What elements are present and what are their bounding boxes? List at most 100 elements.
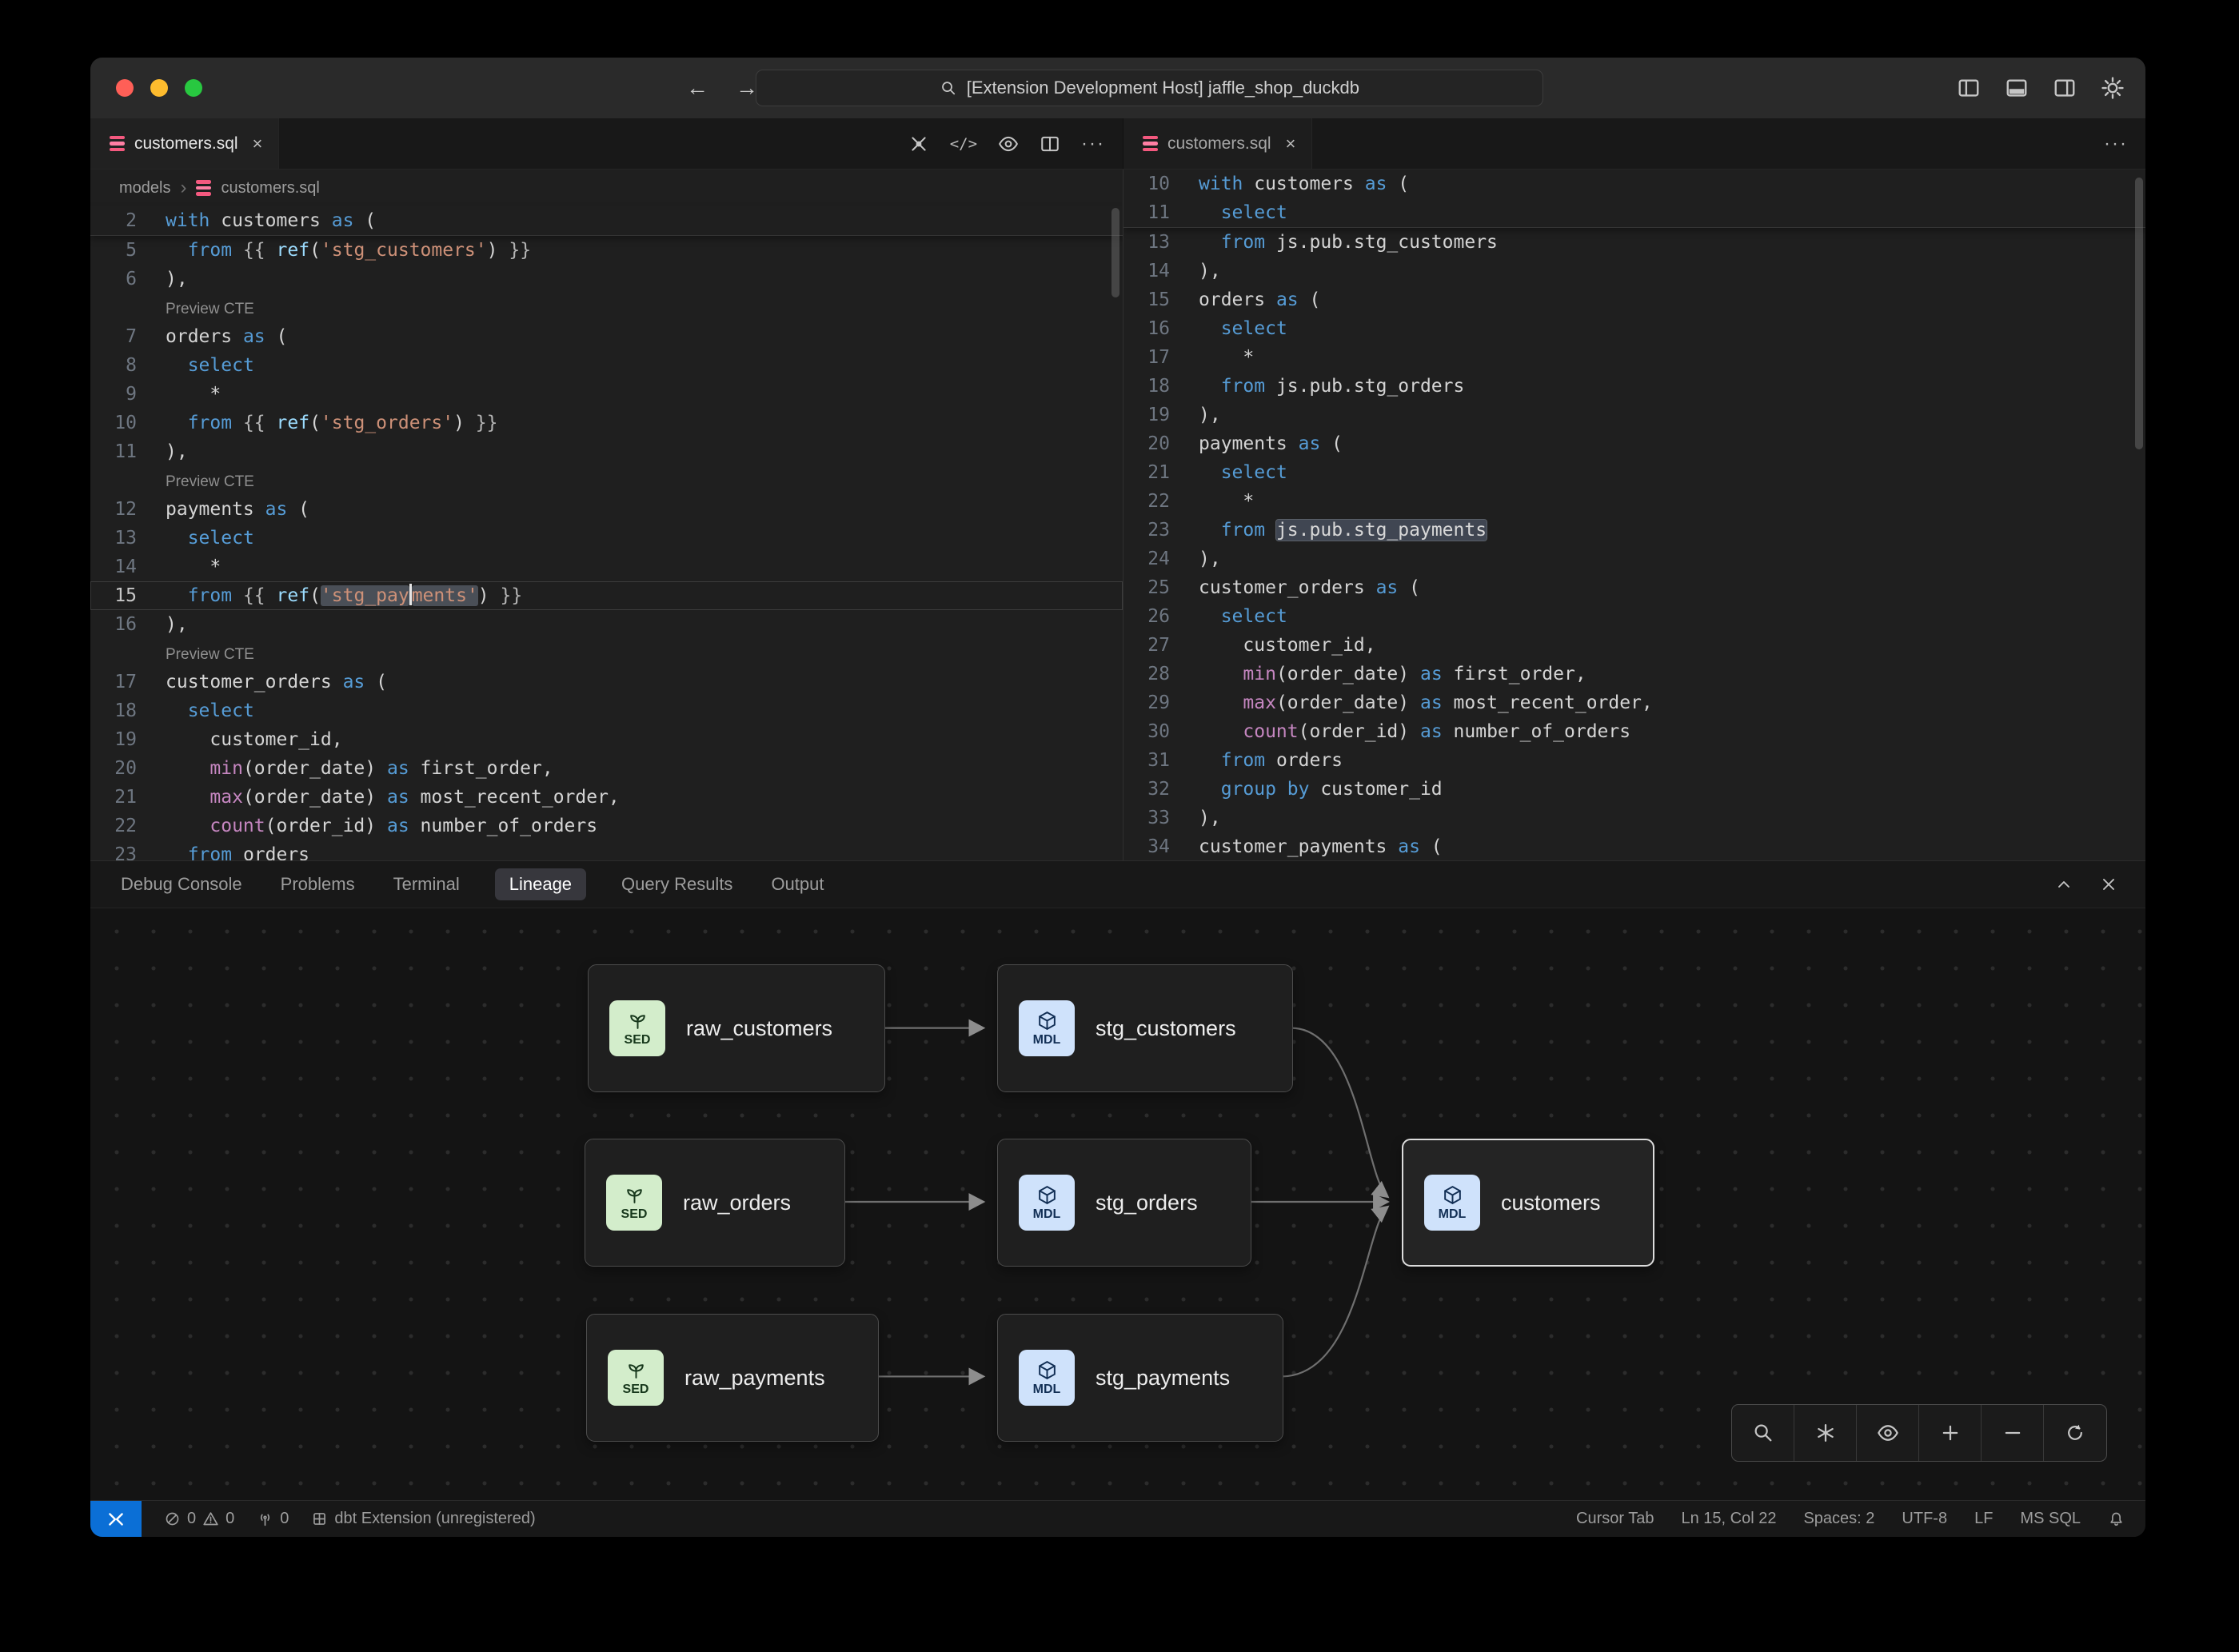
gutter-line-number[interactable]: 15 [1123,285,1199,314]
gutter-line-number[interactable]: 27 [1123,631,1199,660]
tab-terminal[interactable]: Terminal [390,868,463,900]
cursor-tab-status[interactable]: Cursor Tab [1576,1510,1654,1528]
sticky-scroll[interactable]: 10with customers as (11 select [1123,170,2145,228]
code-line[interactable]: 10 from {{ ref('stg_orders') }} [90,409,1123,437]
scrollbar-thumb[interactable] [1112,208,1120,297]
tab-output[interactable]: Output [768,868,827,900]
code-line[interactable]: 32 group by customer_id [1123,775,2145,804]
codelens-link[interactable]: Preview CTE [166,646,254,663]
code-line[interactable]: 6), [90,265,1123,293]
tab-query-results[interactable]: Query Results [618,868,736,900]
toggle-visibility-button[interactable] [1857,1405,1919,1461]
gutter-line-number[interactable]: 16 [1123,314,1199,343]
code-line[interactable]: 13 from js.pub.stg_customers [1123,228,2145,257]
eol-status[interactable]: LF [1974,1510,1993,1528]
gear-icon[interactable] [2101,76,2125,100]
code-line[interactable]: 11 select [1123,198,2145,227]
gutter-line-number[interactable]: 24 [1123,545,1199,573]
toggle-secondary-sidebar-icon[interactable] [2053,76,2077,100]
zoom-in-button[interactable] [1919,1405,1982,1461]
source-editor[interactable]: models › customers.sql 2with customers a… [90,170,1123,860]
code-line[interactable]: 18 from js.pub.stg_orders [1123,372,2145,401]
gutter-line-number[interactable]: 23 [1123,516,1199,545]
command-center-search[interactable]: [Extension Development Host] jaffle_shop… [756,70,1543,106]
code-line[interactable]: 19 customer_id, [90,725,1123,754]
code-line[interactable]: 33), [1123,804,2145,832]
fit-view-button[interactable] [1794,1405,1857,1461]
lineage-node-raw-payments[interactable]: SED raw_payments [586,1314,879,1442]
breadcrumb[interactable]: models › customers.sql [90,170,1123,206]
code-line[interactable]: 18 select [90,696,1123,725]
code-line[interactable]: 27 customer_id, [1123,631,2145,660]
code-line[interactable]: 14), [1123,257,2145,285]
dbt-extension-status[interactable]: dbt Extension (unregistered) [311,1510,535,1528]
gutter-line-number[interactable]: 2 [90,206,166,235]
breadcrumb-folder[interactable]: models [119,179,170,198]
code-line[interactable]: 2with customers as ( [90,206,1123,235]
gutter-line-number[interactable] [90,293,166,322]
code-line[interactable]: 10with customers as ( [1123,170,2145,198]
lineage-node-stg-orders[interactable]: MDL stg_orders [997,1139,1251,1267]
code-line[interactable]: 24), [1123,545,2145,573]
code-line[interactable]: 22 count(order_id) as number_of_orders [90,812,1123,840]
code-line[interactable]: 8 select [90,351,1123,380]
code-line[interactable]: 20 min(order_date) as first_order, [90,754,1123,783]
close-tab-icon[interactable]: × [253,134,263,154]
code-line[interactable]: 16 select [1123,314,2145,343]
code-line[interactable]: 17customer_orders as ( [90,668,1123,696]
gutter-line-number[interactable]: 32 [1123,775,1199,804]
maximize-window-button[interactable] [185,79,202,97]
search-nodes-button[interactable] [1732,1405,1794,1461]
lineage-node-raw-customers[interactable]: SED raw_customers [588,964,885,1092]
split-editor-icon[interactable] [1040,134,1060,154]
problems-summary[interactable]: 0 0 [164,1510,234,1528]
gutter-line-number[interactable]: 22 [1123,487,1199,516]
code-line[interactable]: 12payments as ( [90,495,1123,524]
code-line[interactable]: 15orders as ( [1123,285,2145,314]
refresh-button[interactable] [2044,1405,2106,1461]
codelens-row[interactable]: Preview CTE [90,466,1123,495]
gutter-line-number[interactable]: 8 [90,351,166,380]
gutter-line-number[interactable]: 7 [90,322,166,351]
gutter-line-number[interactable]: 16 [90,610,166,639]
lineage-node-customers[interactable]: MDL customers [1402,1139,1654,1267]
code-line[interactable]: 22 * [1123,487,2145,516]
code-line[interactable]: 25customer_orders as ( [1123,573,2145,602]
lineage-node-raw-orders[interactable]: SED raw_orders [585,1139,845,1267]
gutter-line-number[interactable]: 14 [90,553,166,581]
close-window-button[interactable] [116,79,134,97]
gutter-line-number[interactable]: 6 [90,265,166,293]
gutter-line-number[interactable]: 9 [90,380,166,409]
gutter-line-number[interactable]: 18 [1123,372,1199,401]
gutter-line-number[interactable] [90,639,166,668]
toggle-sidebar-icon[interactable] [1957,76,1981,100]
code-line[interactable]: 28 min(order_date) as first_order, [1123,660,2145,688]
gutter-line-number[interactable]: 17 [90,668,166,696]
scrollbar-thumb[interactable] [2135,178,2143,449]
tab-debug-console[interactable]: Debug Console [118,868,245,900]
tab-problems[interactable]: Problems [277,868,358,900]
code-line[interactable]: 34customer_payments as ( [1123,832,2145,860]
code-line[interactable]: 20payments as ( [1123,429,2145,458]
compiled-editor[interactable]: 10with customers as (11 select 13 from j… [1123,170,2145,860]
compiled-code-icon[interactable]: </> [950,135,977,153]
gutter-line-number[interactable]: 19 [1123,401,1199,429]
lineage-node-stg-customers[interactable]: MDL stg_customers [997,964,1293,1092]
code-line[interactable]: 7orders as ( [90,322,1123,351]
gutter-line-number[interactable]: 22 [90,812,166,840]
lineage-node-stg-payments[interactable]: MDL stg_payments [997,1314,1283,1442]
preview-eye-icon[interactable] [998,134,1019,154]
code-line[interactable]: 13 select [90,524,1123,553]
sticky-scroll[interactable]: 2with customers as ( [90,206,1123,236]
tab-customers-sql-left[interactable]: customers.sql × [90,118,279,169]
breadcrumb-file[interactable]: customers.sql [221,179,319,198]
dbt-build-icon[interactable] [908,134,929,154]
gutter-line-number[interactable]: 26 [1123,602,1199,631]
gutter-line-number[interactable]: 23 [90,840,166,860]
gutter-line-number[interactable]: 20 [90,754,166,783]
gutter-line-number[interactable]: 14 [1123,257,1199,285]
gutter-line-number[interactable]: 10 [1123,170,1199,198]
code-line[interactable]: 11), [90,437,1123,466]
zoom-out-button[interactable] [1982,1405,2044,1461]
indentation-status[interactable]: Spaces: 2 [1803,1510,1874,1528]
